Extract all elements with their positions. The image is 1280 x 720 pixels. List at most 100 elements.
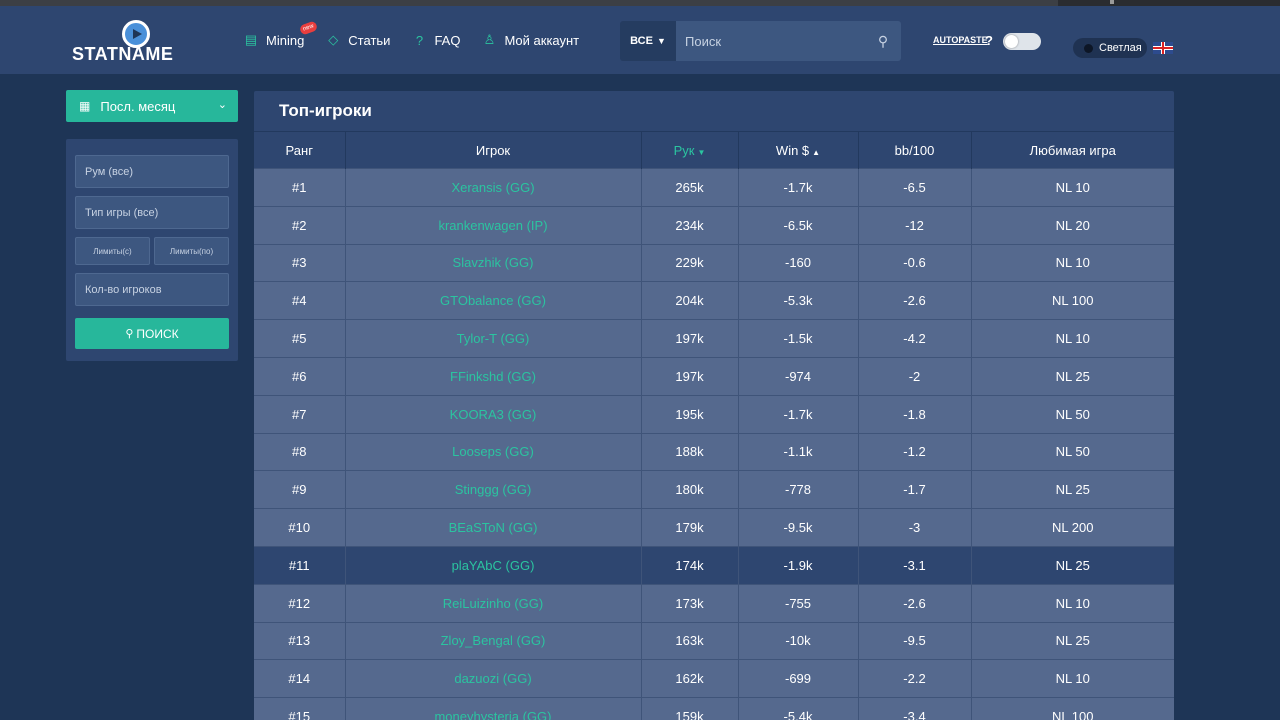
column-header-bb100[interactable]: bb/100 (858, 131, 972, 169)
column-header-win[interactable]: Win $ ▲ (738, 131, 859, 169)
column-header-favorite-game[interactable]: Любимая игра (971, 131, 1174, 169)
bb100-cell: -1.7 (858, 470, 972, 509)
autopaste-link[interactable]: AUTOPASTE (933, 35, 988, 45)
player-link[interactable]: Xeransis (GG) (345, 168, 642, 207)
limit-from-field[interactable]: Лимиты(с) (75, 237, 150, 265)
theme-switch[interactable]: Светлая (1073, 38, 1147, 58)
win-cell: -10k (738, 621, 859, 660)
table-row: #1 Xeransis (GG) 265k -1.7k -6.5 NL 10 (254, 168, 1174, 207)
search-category-select[interactable]: ВСЕ ▼ (620, 21, 676, 61)
hands-cell: 188k (641, 432, 739, 471)
nav-item-label: Mining (266, 32, 305, 48)
site-header: STATNAME ▤ Mining new ◇ Статьи ? FAQ ♙ М… (0, 6, 1280, 74)
filter-search-button[interactable]: ⚲ ПОИСК (75, 318, 229, 349)
autopaste-help-icon[interactable]: ? (985, 33, 993, 48)
hands-cell: 159k (641, 697, 739, 720)
bb100-cell: -1.2 (858, 432, 972, 471)
win-cell: -1.1k (738, 432, 859, 471)
new-badge: new (298, 20, 319, 36)
bb100-cell: -9.5 (858, 621, 972, 660)
limit-to-field[interactable]: Лимиты(по) (154, 237, 229, 265)
player-link[interactable]: Tylor-T (GG) (345, 319, 642, 358)
hands-cell: 180k (641, 470, 739, 509)
global-search: ВСЕ ▼ ⚲ (620, 21, 901, 61)
player-link[interactable]: moneyhysteria (GG) (345, 697, 642, 720)
player-link[interactable]: GTObalance (GG) (345, 281, 642, 320)
win-cell: -6.5k (738, 205, 859, 245)
rank-cell: #1 (254, 168, 346, 207)
column-header-rank[interactable]: Ранг (254, 131, 346, 169)
win-cell: -699 (738, 659, 859, 698)
logo-text: STATNAME (72, 44, 174, 64)
hands-cell: 265k (641, 168, 739, 207)
table-row: #9 Stinggg (GG) 180k -778 -1.7 NL 25 (254, 470, 1174, 509)
room-filter-field[interactable]: Рум (все) (75, 155, 229, 188)
user-icon: ♙ (483, 32, 496, 47)
win-cell: -5.4k (738, 697, 859, 720)
players-count-field[interactable]: Кол-во игроков (75, 273, 229, 306)
table-row: #5 Tylor-T (GG) 197k -1.5k -4.2 NL 10 (254, 319, 1174, 358)
top-players-table: Ранг Игрок Рук ▼ Win $ ▲ bb/100 Любимая иг… (254, 131, 1174, 720)
search-category-label: ВСЕ (630, 35, 653, 47)
win-cell: -1.7k (738, 394, 859, 434)
hands-cell: 197k (641, 356, 739, 396)
player-link[interactable]: Stinggg (GG) (345, 470, 642, 509)
table-row: #13 Zloy_Bengal (GG) 163k -10k -9.5 NL 25 (254, 621, 1174, 660)
player-link[interactable]: Zloy_Bengal (GG) (345, 621, 642, 660)
rank-cell: #8 (254, 432, 346, 471)
favorite-game-cell: NL 25 (971, 470, 1174, 509)
bb100-cell: -2 (858, 356, 972, 396)
calendar-icon: ▦ (79, 99, 91, 113)
bb100-cell: -2.6 (858, 583, 972, 623)
player-link[interactable]: krankenwagen (IP) (345, 205, 642, 245)
hands-cell: 229k (641, 243, 739, 282)
search-input[interactable] (676, 21, 865, 61)
player-link[interactable]: BEaSToN (GG) (345, 508, 642, 547)
player-link[interactable]: plaYAbC (GG) (345, 545, 642, 585)
table-row: #2 krankenwagen (IP) 234k -6.5k -12 NL 20 (254, 205, 1174, 245)
favorite-game-cell: NL 200 (971, 508, 1174, 547)
sort-desc-icon: ▼ (697, 147, 706, 157)
table-row: #6 FFinkshd (GG) 197k -974 -2 NL 25 (254, 356, 1174, 396)
favorite-game-cell: NL 25 (971, 621, 1174, 660)
player-link[interactable]: Looseps (GG) (345, 432, 642, 471)
sort-asc-icon: ▲ (812, 147, 821, 157)
rank-cell: #5 (254, 319, 346, 358)
nav-item-mining[interactable]: ▤ Mining new (244, 20, 319, 48)
player-link[interactable]: KOORA3 (GG) (345, 394, 642, 434)
player-link[interactable]: Slavzhik (GG) (345, 243, 642, 282)
player-link[interactable]: dazuozi (GG) (345, 659, 642, 698)
table-row: #11 plaYAbC (GG) 174k -1.9k -3.1 NL 25 (254, 545, 1174, 585)
theme-label: Светлая (1099, 42, 1142, 54)
player-link[interactable]: ReiLuizinho (GG) (345, 583, 642, 623)
column-header-hands[interactable]: Рук ▼ (641, 131, 739, 169)
hands-cell: 174k (641, 545, 739, 585)
bb100-cell: -1.8 (858, 394, 972, 434)
search-icon[interactable]: ⚲ (865, 33, 901, 50)
win-cell: -5.3k (738, 281, 859, 320)
bb100-cell: -4.2 (858, 319, 972, 358)
period-select-button[interactable]: ▦ Посл. месяц ⌄ (66, 90, 238, 122)
period-label: Посл. месяц (100, 98, 176, 114)
column-header-player[interactable]: Игрок (345, 131, 642, 169)
chevron-down-icon: ⌄ (217, 99, 227, 111)
site-logo[interactable]: STATNAME (72, 20, 182, 66)
autopaste-toggle[interactable] (1003, 33, 1041, 50)
game-type-filter-field[interactable]: Тип игры (все) (75, 196, 229, 229)
favorite-game-cell: NL 10 (971, 583, 1174, 623)
nav-item-account[interactable]: ♙ Мой аккаунт (482, 32, 580, 48)
bb100-cell: -0.6 (858, 243, 972, 282)
hands-cell: 197k (641, 319, 739, 358)
question-circle-icon: ? (415, 32, 424, 48)
table-icon: ▤ (244, 32, 258, 47)
win-cell: -1.5k (738, 319, 859, 358)
win-cell: -1.7k (738, 168, 859, 207)
filter-panel: Рум (все) Тип игры (все) Лимиты(с) Лимит… (66, 139, 238, 361)
bb100-cell: -2.6 (858, 281, 972, 320)
uk-flag-icon[interactable] (1153, 42, 1173, 54)
win-cell: -1.9k (738, 545, 859, 585)
player-link[interactable]: FFinkshd (GG) (345, 356, 642, 396)
nav-item-faq[interactable]: ? FAQ (412, 32, 461, 48)
bb100-cell: -12 (858, 205, 972, 245)
nav-item-articles[interactable]: ◇ Статьи (326, 32, 390, 48)
